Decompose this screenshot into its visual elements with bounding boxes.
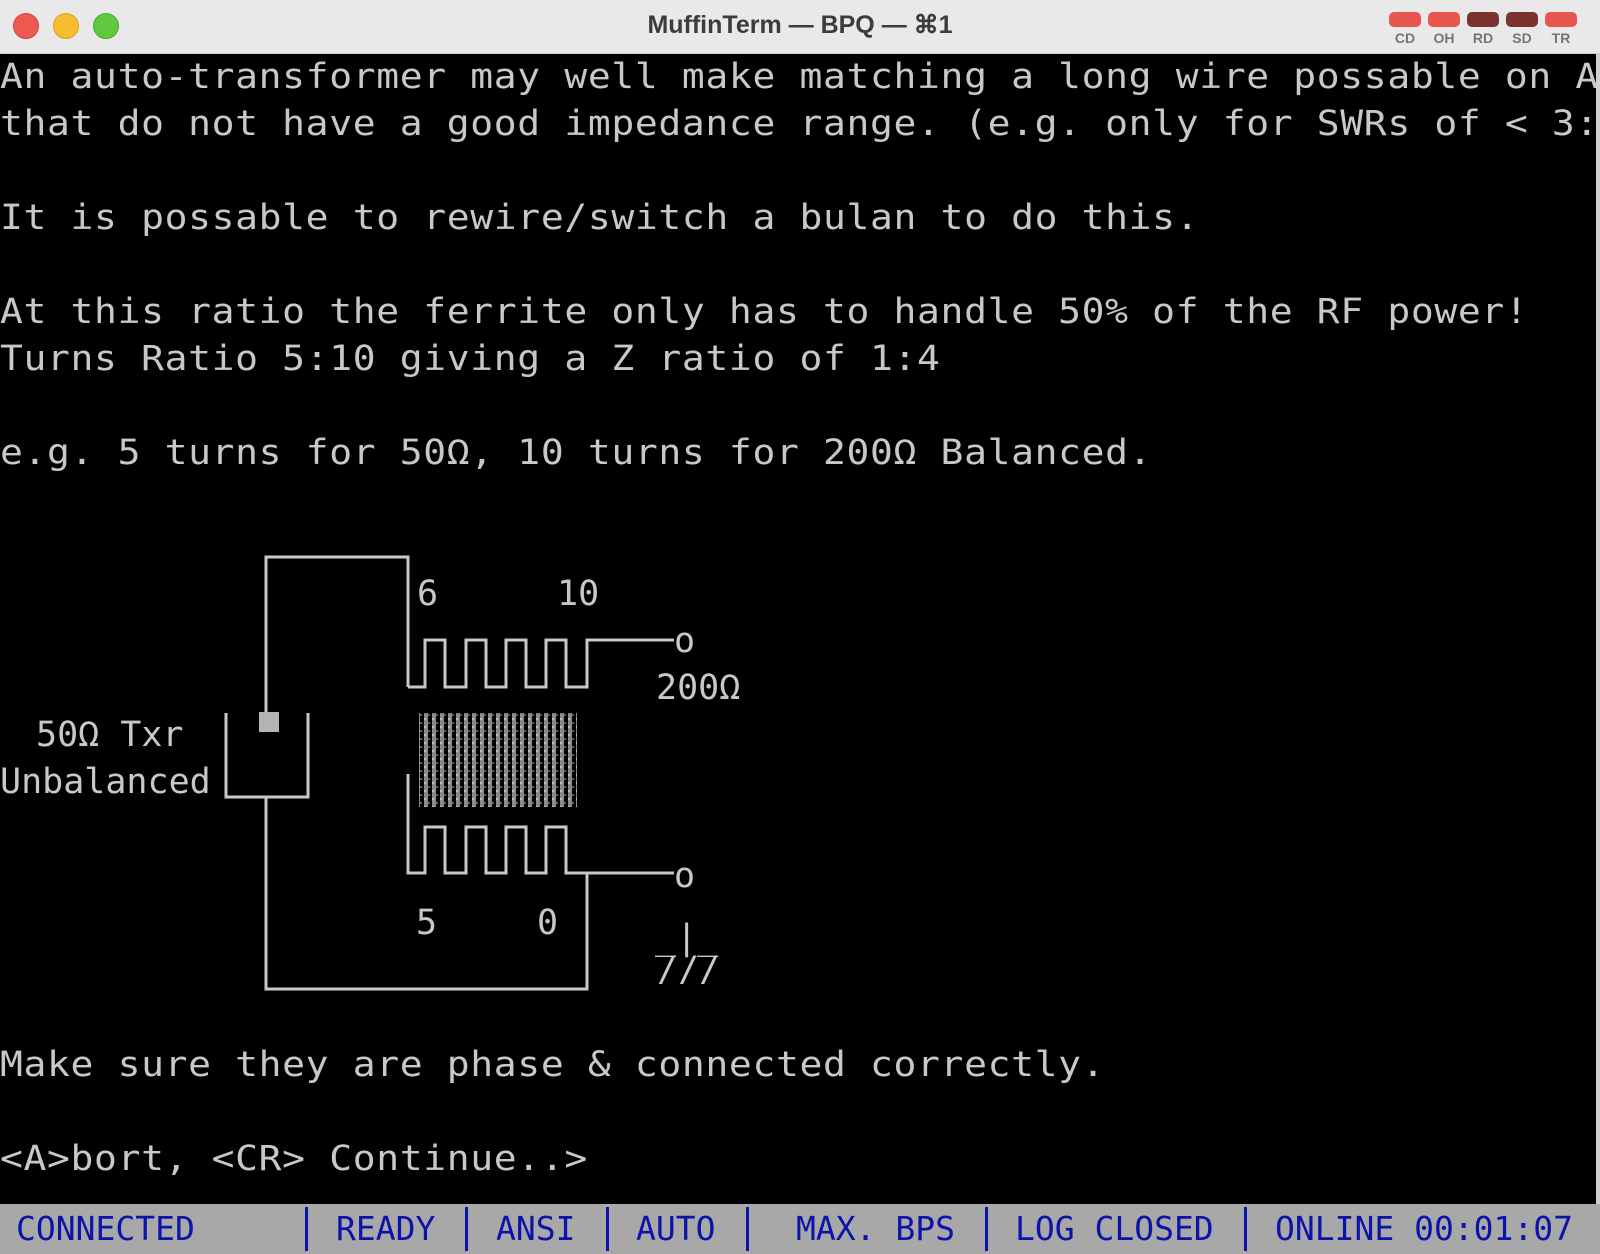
tap-5-label: 5 xyxy=(416,903,437,943)
modem-status-lights: CD OH RD SD TR xyxy=(1388,12,1588,52)
led-cd: CD xyxy=(1388,12,1422,46)
led-tr-label: TR xyxy=(1551,30,1571,46)
led-sd-lamp xyxy=(1506,12,1538,27)
txr-center-pin xyxy=(259,712,279,732)
led-oh: OH xyxy=(1427,12,1461,46)
upper-winding xyxy=(408,638,674,689)
terminal-screen[interactable]: An auto-transformer may well make matchi… xyxy=(0,54,1600,1204)
led-cd-label: CD xyxy=(1394,30,1416,46)
unbalanced-label: Unbalanced xyxy=(0,762,211,802)
wire-top-loop xyxy=(264,555,410,718)
status-online-timer: ONLINE 00:01:07 xyxy=(1275,1209,1574,1248)
led-sd: SD xyxy=(1505,12,1539,46)
status-separator xyxy=(985,1207,988,1251)
led-rd-label: RD xyxy=(1472,30,1494,46)
window-title: MuffinTerm — BPQ — ⌘1 xyxy=(647,11,953,39)
terminal-top-symbol: o xyxy=(674,621,695,661)
ground-symbol-hatch: /// xyxy=(657,950,720,990)
ferrite-core xyxy=(419,713,577,807)
status-separator xyxy=(1244,1207,1247,1251)
balun-schematic: 6 10 o 200Ω 50Ω Txr Unbalanced o 5 0 _|_… xyxy=(0,555,740,991)
terminal-line: Make sure they are phase & connected cor… xyxy=(0,1045,1106,1085)
led-tr: TR xyxy=(1544,12,1578,46)
led-oh-lamp xyxy=(1428,12,1460,27)
terminal-prompt: <A>bort, <CR> Continue..> xyxy=(0,1139,588,1179)
led-rd: RD xyxy=(1466,12,1500,46)
status-separator xyxy=(746,1207,749,1251)
led-cd-lamp xyxy=(1389,12,1421,27)
status-log: LOG CLOSED xyxy=(1015,1209,1214,1248)
led-tr-lamp xyxy=(1545,12,1577,27)
tap-6-label: 6 xyxy=(417,574,438,614)
status-separator xyxy=(305,1207,308,1251)
tap-10-label: 10 xyxy=(557,574,599,614)
status-separator xyxy=(465,1207,468,1251)
status-auto: AUTO xyxy=(636,1209,716,1248)
impedance-200-label: 200Ω xyxy=(656,668,740,708)
led-sd-label: SD xyxy=(1512,30,1532,46)
txr-50-label: 50Ω Txr xyxy=(36,715,184,755)
status-bar: CONNECTED READY ANSI AUTO MAX. BPS LOG C… xyxy=(0,1204,1600,1254)
window-right-edge xyxy=(1596,54,1600,1204)
terminal-window: MuffinTerm — BPQ — ⌘1 CD OH RD SD TR An … xyxy=(0,0,1600,1254)
title-bar[interactable]: MuffinTerm — BPQ — ⌘1 CD OH RD SD TR xyxy=(0,0,1600,54)
status-emulation: ANSI xyxy=(496,1209,576,1248)
led-rd-lamp xyxy=(1467,12,1499,27)
status-max-bps: MAX. BPS xyxy=(796,1209,955,1248)
terminal-bottom-symbol: o xyxy=(674,856,695,896)
tap-0-label: 0 xyxy=(537,903,558,943)
status-connected: CONNECTED xyxy=(16,1209,195,1248)
status-ready: READY xyxy=(336,1209,436,1248)
status-separator xyxy=(606,1207,609,1251)
led-oh-label: OH xyxy=(1433,30,1455,46)
